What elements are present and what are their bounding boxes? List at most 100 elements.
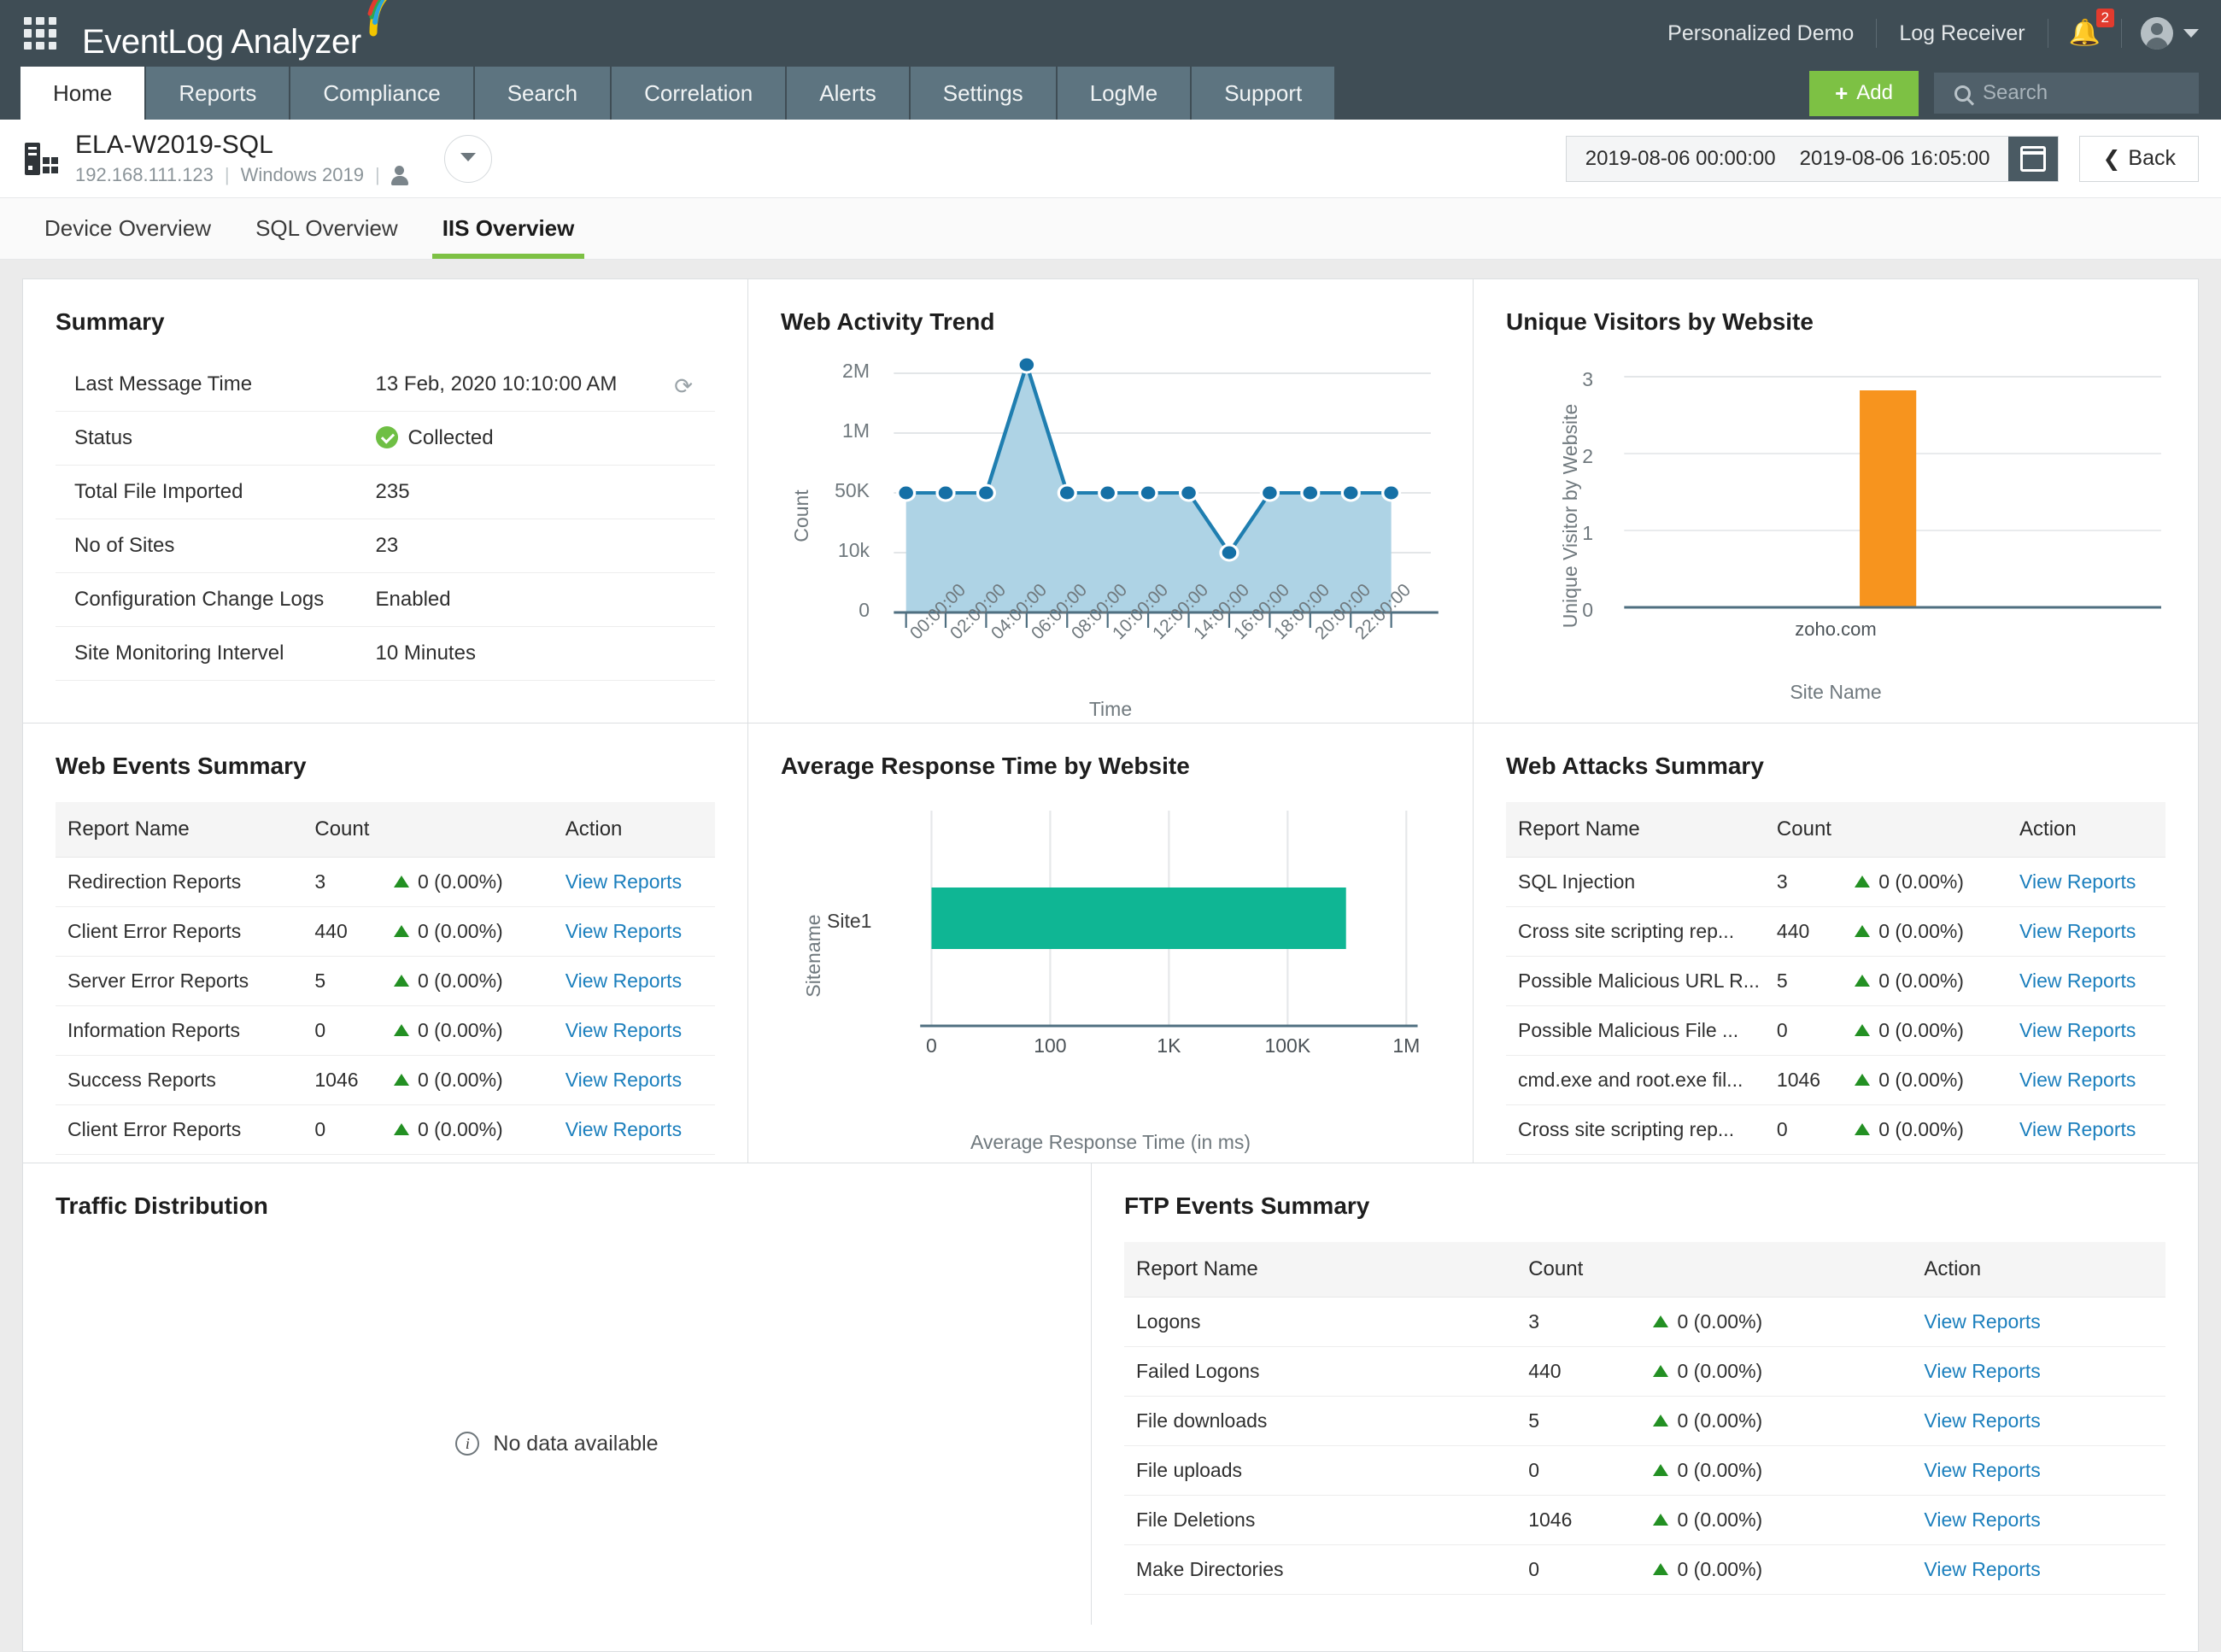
date-from: 2019-08-06 00:00:00 — [1585, 147, 1776, 171]
view-reports-link[interactable]: View Reports — [566, 870, 682, 893]
nav-tab-compliance[interactable]: Compliance — [290, 67, 472, 120]
personalized-demo-link[interactable]: Personalized Demo — [1645, 21, 1876, 46]
web-attacks-action-cell: View Reports — [2011, 858, 2165, 907]
x-axis-label: Average Response Time (in ms) — [748, 1131, 1473, 1154]
web-events-delta: 0 (0.00%) — [385, 907, 557, 957]
subtab-iis-overview[interactable]: IIS Overview — [420, 198, 597, 259]
view-reports-link[interactable]: View Reports — [566, 970, 682, 992]
web-events-report-name: Client Error Reports — [56, 907, 306, 957]
ftp-events-summary-panel: FTP Events Summary Report NameCountActio… — [1092, 1163, 2198, 1625]
nav-tab-home[interactable]: Home — [21, 67, 144, 120]
triangle-up-icon — [1653, 1563, 1668, 1575]
ftp-events-count: 1046 — [1520, 1496, 1644, 1545]
subtab-device-overview[interactable]: Device Overview — [22, 198, 233, 259]
table-row: Cross site scripting rep...00 (0.00%)Vie… — [1506, 1105, 2165, 1155]
view-reports-link[interactable]: View Reports — [566, 920, 682, 942]
user-icon[interactable] — [391, 165, 408, 185]
web-attacks-delta: 0 (0.00%) — [1846, 858, 2011, 907]
triangle-up-icon — [1855, 1074, 1870, 1086]
search-input[interactable] — [1983, 81, 2178, 105]
app-brand-text: EventLog Analyzer — [82, 23, 361, 62]
device-header-bar: ELA-W2019-SQL 192.168.111.123 | Windows … — [0, 120, 2221, 198]
view-reports-link[interactable]: View Reports — [2019, 1069, 2136, 1091]
device-bar-actions: 2019-08-06 00:00:00 2019-08-06 16:05:00 … — [1566, 136, 2199, 182]
table-row: Logons30 (0.00%)View Reports — [1124, 1298, 2165, 1347]
nav-tab-logme[interactable]: LogMe — [1058, 67, 1191, 120]
device-identity: ELA-W2019-SQL 192.168.111.123 | Windows … — [75, 131, 408, 186]
view-reports-link[interactable]: View Reports — [1924, 1558, 2040, 1580]
global-search-box[interactable] — [1934, 73, 2199, 114]
web-events-delta: 0 (0.00%) — [385, 1105, 557, 1155]
web-events-report-name: Information Reports — [56, 1006, 306, 1056]
date-range-picker[interactable]: 2019-08-06 00:00:00 2019-08-06 16:05:00 — [1566, 136, 2060, 182]
meta-separator: | — [225, 164, 230, 186]
web-events-table: Report NameCountAction Redirection Repor… — [56, 802, 715, 1155]
nav-tab-support[interactable]: Support — [1192, 67, 1334, 120]
ftp-events-action-cell: View Reports — [1915, 1298, 2165, 1347]
web-events-action-cell: View Reports — [557, 1006, 715, 1056]
nav-tab-reports[interactable]: Reports — [146, 67, 289, 120]
chevron-down-icon — [460, 153, 476, 161]
view-reports-link[interactable]: View Reports — [2019, 1019, 2136, 1041]
web-events-report-name: Redirection Reports — [56, 858, 306, 907]
ftp-events-count: 440 — [1520, 1347, 1644, 1397]
date-range-text[interactable]: 2019-08-06 00:00:00 2019-08-06 16:05:00 — [1567, 137, 2009, 181]
ftp-events-count: 5 — [1520, 1397, 1644, 1446]
add-button[interactable]: + Add — [1809, 71, 1919, 116]
app-logo[interactable]: EventLog Analyzer — [82, 5, 411, 62]
add-button-label: Add — [1856, 81, 1893, 105]
web-activity-trend-chart[interactable]: Count — [781, 358, 1440, 674]
info-icon: i — [455, 1432, 479, 1456]
view-reports-link[interactable]: View Reports — [2019, 870, 2136, 893]
unique-visitors-chart[interactable]: Unique Visitor by Website 0123 zoho.com — [1506, 358, 2165, 674]
summary-value: 10 Minutes — [372, 627, 715, 681]
web-attacks-action-cell: View Reports — [2011, 957, 2165, 1006]
apps-grid-icon[interactable] — [22, 15, 58, 51]
back-button[interactable]: ❮ Back — [2079, 136, 2199, 182]
ftp-events-delta: 0 (0.00%) — [1644, 1545, 1915, 1595]
calendar-button[interactable] — [2008, 137, 2058, 181]
web-events-col-header: Report Name — [56, 802, 306, 858]
user-menu-button[interactable] — [2122, 17, 2199, 50]
triangle-up-icon — [394, 876, 409, 888]
dashboard-grid: Summary Last Message Time13 Feb, 2020 10… — [22, 278, 2199, 1652]
subtab-sql-overview[interactable]: SQL Overview — [233, 198, 420, 259]
ftp-events-col-header: Action — [1915, 1242, 2165, 1298]
view-reports-link[interactable]: View Reports — [2019, 970, 2136, 992]
triangle-up-icon — [1653, 1464, 1668, 1476]
panel-title: Summary — [56, 308, 715, 336]
bar-category-label: Site1 — [827, 910, 871, 933]
view-reports-link[interactable]: View Reports — [1924, 1310, 2040, 1333]
ftp-events-delta: 0 (0.00%) — [1644, 1446, 1915, 1496]
log-receiver-link[interactable]: Log Receiver — [1877, 21, 2047, 46]
view-reports-link[interactable]: View Reports — [566, 1069, 682, 1091]
ftp-events-table: Report NameCountAction Logons30 (0.00%)V… — [1124, 1242, 2165, 1595]
ftp-events-action-cell: View Reports — [1915, 1347, 2165, 1397]
nav-tab-correlation[interactable]: Correlation — [612, 67, 785, 120]
expand-device-details-button[interactable] — [444, 135, 492, 183]
summary-key: Status — [56, 412, 372, 466]
view-reports-link[interactable]: View Reports — [1924, 1360, 2040, 1382]
refresh-icon[interactable]: ⟳ — [674, 373, 693, 400]
view-reports-link[interactable]: View Reports — [566, 1019, 682, 1041]
web-attacks-delta: 0 (0.00%) — [1846, 957, 2011, 1006]
triangle-up-icon — [1855, 1123, 1870, 1135]
view-reports-link[interactable]: View Reports — [2019, 920, 2136, 942]
view-reports-link[interactable]: View Reports — [566, 1118, 682, 1140]
view-reports-link[interactable]: View Reports — [1924, 1409, 2040, 1432]
view-reports-link[interactable]: View Reports — [2019, 1118, 2136, 1140]
summary-panel: Summary Last Message Time13 Feb, 2020 10… — [23, 279, 748, 723]
notifications-button[interactable]: 🔔 2 — [2048, 21, 2121, 46]
summary-value: 13 Feb, 2020 10:10:00 AM⟳ — [372, 358, 715, 412]
summary-value: 235 — [372, 466, 715, 519]
triangle-up-icon — [394, 975, 409, 987]
y-axis-tick: 3 — [1582, 368, 1593, 391]
table-row: Make Directories00 (0.00%)View Reports — [1124, 1545, 2165, 1595]
web-events-col-header: Action — [557, 802, 715, 858]
nav-tab-search[interactable]: Search — [475, 67, 610, 120]
average-response-time-chart[interactable]: Sitename Site1 01001K100K1M — [781, 802, 1440, 1110]
view-reports-link[interactable]: View Reports — [1924, 1459, 2040, 1481]
nav-tab-alerts[interactable]: Alerts — [787, 67, 908, 120]
view-reports-link[interactable]: View Reports — [1924, 1508, 2040, 1531]
nav-tab-settings[interactable]: Settings — [911, 67, 1056, 120]
